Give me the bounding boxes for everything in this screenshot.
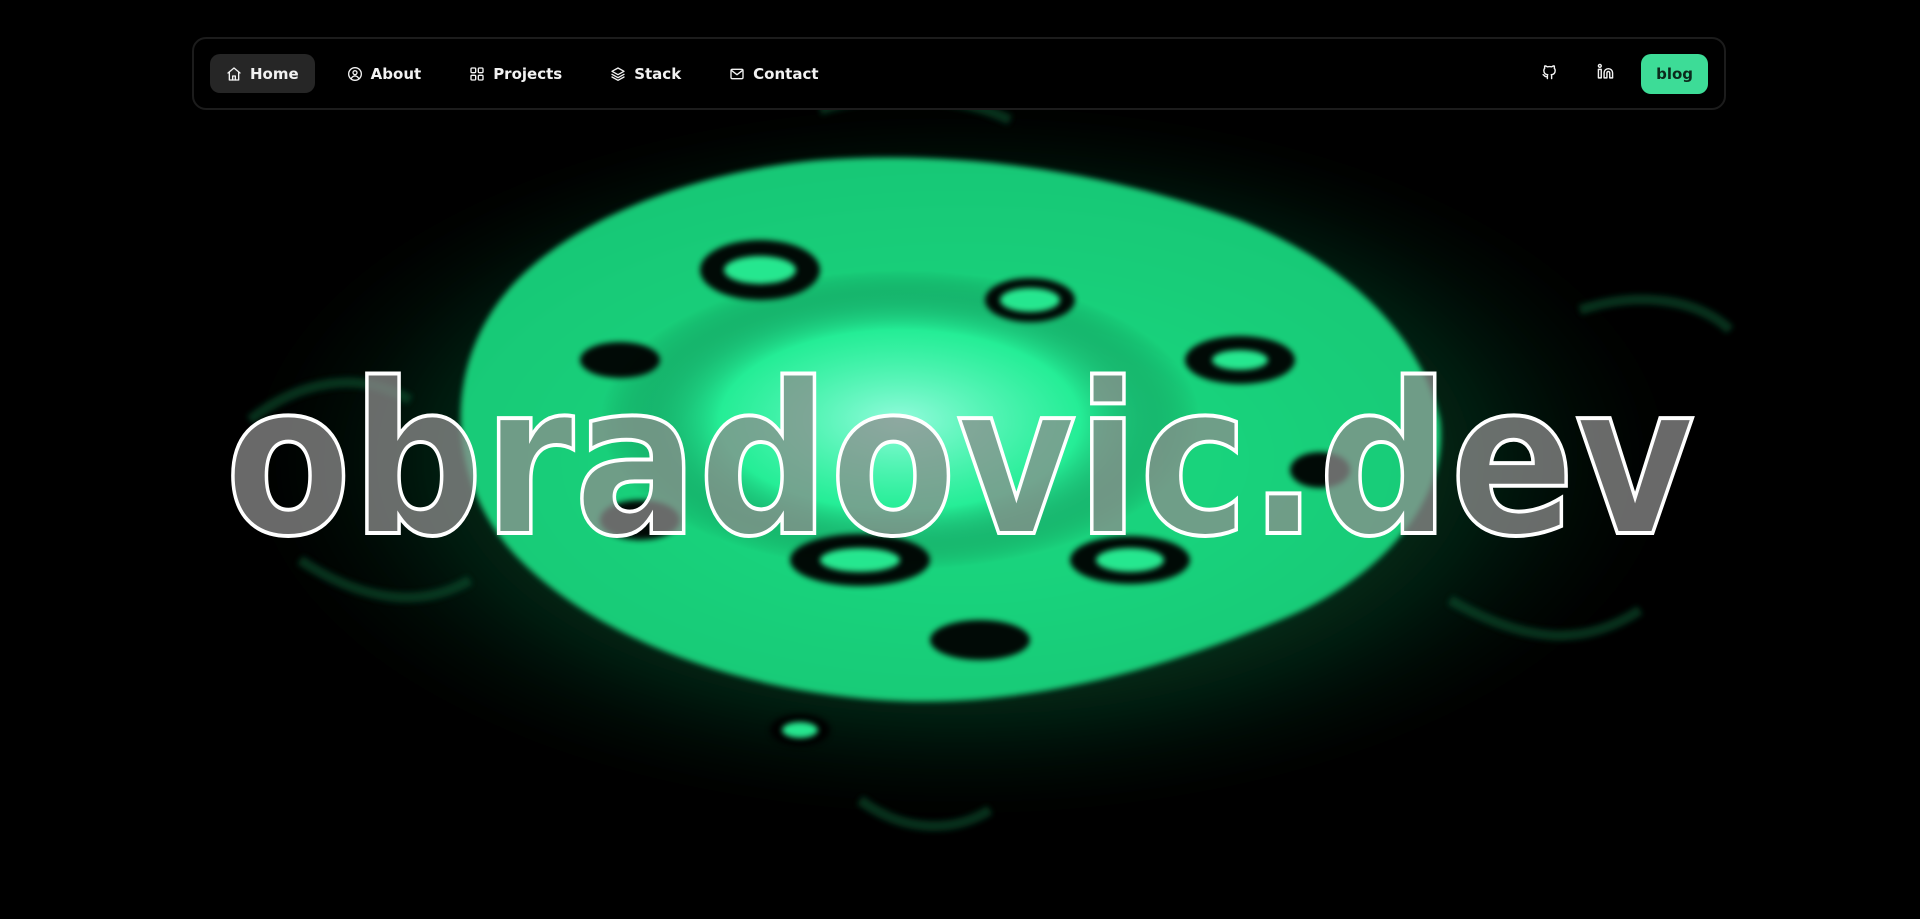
- grid-icon: [469, 66, 485, 82]
- linkedin-link[interactable]: [1585, 54, 1625, 94]
- layers-icon: [610, 66, 626, 82]
- linkedin-icon: [1597, 63, 1614, 84]
- nav-item-label: About: [370, 64, 422, 83]
- nav-item-label: Contact: [753, 64, 819, 83]
- nav-item-label: Home: [250, 64, 299, 83]
- top-navbar: Home About Projects Stack Contact blog: [192, 37, 1726, 110]
- nav-actions: blog: [1529, 53, 1708, 94]
- hero-title-text: obradovic.dev: [225, 345, 1695, 545]
- nav-item-home[interactable]: Home: [210, 54, 315, 93]
- user-circle-icon: [347, 66, 363, 82]
- github-link[interactable]: [1529, 54, 1569, 94]
- hero-title: obradovic.dev: [223, 345, 1697, 545]
- github-icon: [1541, 63, 1558, 84]
- home-icon: [226, 66, 242, 82]
- nav-item-projects[interactable]: Projects: [453, 54, 578, 93]
- nav-item-contact[interactable]: Contact: [713, 54, 834, 93]
- mail-icon: [729, 66, 745, 82]
- nav-item-label: Projects: [493, 64, 563, 83]
- nav-item-label: Stack: [634, 64, 682, 83]
- nav-item-stack[interactable]: Stack: [594, 54, 697, 93]
- blog-button[interactable]: blog: [1641, 53, 1708, 94]
- nav-item-about[interactable]: About: [331, 54, 438, 93]
- page: Home About Projects Stack Contact blog o…: [0, 0, 1920, 919]
- nav-links: Home About Projects Stack Contact: [210, 54, 851, 93]
